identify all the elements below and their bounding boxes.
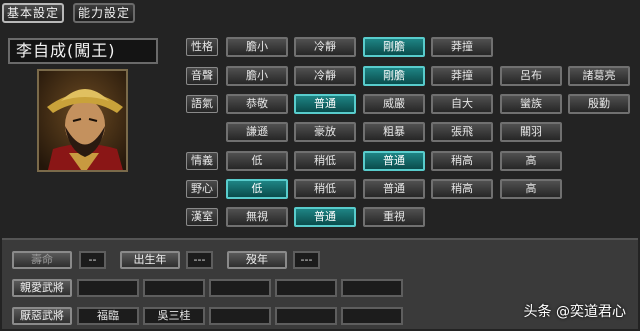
loyalty-option-somewhat-low[interactable]: 稍低 [294, 151, 356, 171]
label-voice: 音聲 [186, 67, 218, 85]
liked-officers-button[interactable]: 親愛武將 [12, 279, 72, 297]
disliked-officer-slot[interactable]: 吳三桂 [143, 307, 205, 325]
birth-year-value[interactable]: --- [186, 251, 213, 269]
ambition-option-high[interactable]: 高 [500, 179, 562, 199]
tone-option-barbarian[interactable]: 蠻族 [500, 94, 562, 114]
death-year-value[interactable]: --- [293, 251, 320, 269]
lifespan-value: -- [79, 251, 106, 269]
officer-name: 李自成(闖王) [8, 38, 158, 64]
liked-officer-slot[interactable] [341, 279, 403, 297]
lifespan-button[interactable]: 壽命 [12, 251, 72, 269]
disliked-officers-button[interactable]: 厭惡武將 [12, 307, 72, 325]
voice-option-timid[interactable]: 膽小 [226, 66, 288, 86]
ambition-option-low[interactable]: 低 [226, 179, 288, 199]
label-han: 漢室 [186, 208, 218, 226]
voice-option-reckless[interactable]: 莽撞 [431, 66, 493, 86]
tone-option-normal[interactable]: 普通 [294, 94, 356, 114]
ambition-option-somewhat-high[interactable]: 稍高 [431, 179, 493, 199]
loyalty-option-low[interactable]: 低 [226, 151, 288, 171]
personality-option-calm[interactable]: 冷靜 [294, 37, 356, 57]
birth-year-label: 出生年 [120, 251, 180, 269]
liked-officer-slot[interactable] [77, 279, 139, 297]
disliked-officer-slot[interactable] [341, 307, 403, 325]
tone-option-courteous[interactable]: 殷勤 [568, 94, 630, 114]
tone-option-respectful[interactable]: 恭敬 [226, 94, 288, 114]
tone-option-humble[interactable]: 謙遜 [226, 122, 288, 142]
han-option-normal[interactable]: 普通 [294, 207, 356, 227]
tone-option-dignified[interactable]: 威嚴 [363, 94, 425, 114]
ambition-option-normal[interactable]: 普通 [363, 179, 425, 199]
disliked-officer-slot[interactable] [209, 307, 271, 325]
personality-option-bold[interactable]: 剛膽 [363, 37, 425, 57]
personality-option-reckless[interactable]: 莽撞 [431, 37, 493, 57]
tone-option-rough[interactable]: 粗暴 [363, 122, 425, 142]
personality-option-timid[interactable]: 膽小 [226, 37, 288, 57]
voice-option-bold[interactable]: 剛膽 [363, 66, 425, 86]
voice-option-calm[interactable]: 冷靜 [294, 66, 356, 86]
han-option-ignore[interactable]: 無視 [226, 207, 288, 227]
liked-officer-slot[interactable] [275, 279, 337, 297]
watermark: 头条 @奕道君心 [523, 304, 626, 320]
voice-option-zhugeliang[interactable]: 諸葛亮 [568, 66, 630, 86]
han-option-value[interactable]: 重視 [363, 207, 425, 227]
death-year-label: 歿年 [227, 251, 287, 269]
tone-option-zhangfei[interactable]: 張飛 [431, 122, 493, 142]
label-personality: 性格 [186, 38, 218, 56]
loyalty-option-high[interactable]: 高 [500, 151, 562, 171]
liked-officer-slot[interactable] [143, 279, 205, 297]
tab-basic-settings[interactable]: 基本設定 [2, 3, 64, 23]
label-ambition: 野心 [186, 180, 218, 198]
disliked-officer-slot[interactable] [275, 307, 337, 325]
ambition-option-somewhat-low[interactable]: 稍低 [294, 179, 356, 199]
loyalty-option-somewhat-high[interactable]: 稍高 [431, 151, 493, 171]
officer-portrait [37, 69, 128, 172]
tone-option-arrogant[interactable]: 自大 [431, 94, 493, 114]
liked-officer-slot[interactable] [209, 279, 271, 297]
tone-option-heroic[interactable]: 豪放 [294, 122, 356, 142]
label-loyalty: 情義 [186, 152, 218, 170]
disliked-officer-slot[interactable]: 福臨 [77, 307, 139, 325]
label-tone: 語氣 [186, 95, 218, 113]
tone-option-guanyu[interactable]: 關羽 [500, 122, 562, 142]
tab-ability-settings[interactable]: 能力設定 [73, 3, 135, 23]
voice-option-lubu[interactable]: 呂布 [500, 66, 562, 86]
loyalty-option-normal[interactable]: 普通 [363, 151, 425, 171]
